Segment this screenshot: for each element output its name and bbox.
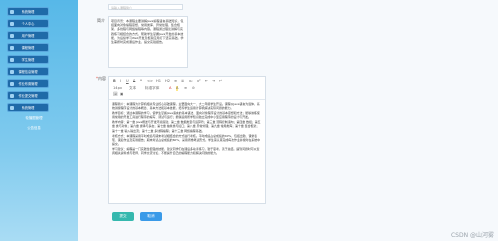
subscript-button[interactable]: x₂ <box>189 79 193 84</box>
outdent-icon[interactable]: ⇤ <box>205 79 208 84</box>
line-break-icon[interactable]: ↵ <box>219 79 222 84</box>
sidebar-item-course-info[interactable]: 课程信息管理 <box>7 67 49 76</box>
menu-icon <box>10 82 14 86</box>
unordered-list-icon[interactable]: ≣ <box>181 79 184 84</box>
menu-icon <box>10 46 14 50</box>
sidebar-item-label: 系统管理 <box>21 10 35 14</box>
sidebar-subitem-notice[interactable]: 公告信息 <box>10 124 58 132</box>
align-icon[interactable]: ≡ <box>184 86 187 91</box>
intro-textarea[interactable]: 项目背景：本课程主要讲解Java编程语言基础知识，包括面向对象编程思想、常用类库… <box>108 16 188 68</box>
quote-icon[interactable]: ❝ <box>140 79 142 84</box>
indent-icon[interactable]: ⇥ <box>212 79 215 84</box>
sidebar-item-label: 个人中心 <box>21 22 35 26</box>
sidebar: 系统管理 个人中心 用户管理 课程管理 学生管理 课程信息管理 作业布置管理 作… <box>0 0 78 241</box>
code-icon[interactable]: <> <box>147 79 153 84</box>
sidebar-item-profile[interactable]: 个人中心 <box>7 19 49 28</box>
content-paragraph: 教学目标：通过本课程的学习，使学生掌握Java语言的基本语法、面向对象程序设计的… <box>112 111 260 120</box>
sidebar-item-label: 学生管理 <box>21 58 35 62</box>
content-label: *内容 <box>96 76 106 82</box>
submit-button[interactable]: 提交 <box>112 212 134 221</box>
sidebar-item-label: 用户管理 <box>21 34 35 38</box>
menu-icon <box>10 34 14 38</box>
watermark: CSDN @山河雾 <box>450 232 494 239</box>
sidebar-item-courses[interactable]: 课程管理 <box>7 43 49 52</box>
font-size-select[interactable]: 14px <box>113 86 122 91</box>
content-paragraph: 考核方式：本课程采用平时成绩与期末考试相结合的方式进行考核。平时成绩占总成绩的4… <box>112 133 261 146</box>
content-paragraph: 课程简介：本课程为计算机相关专业核心基础课程，主要面向大一、大二年级学生开设。课… <box>112 102 260 111</box>
sidebar-subitem-carousel[interactable]: 轮播图管理 <box>10 114 58 122</box>
font-family-select[interactable]: 标准字体 <box>145 86 159 91</box>
sidebar-item-label: 系统管理 <box>21 106 35 110</box>
intro-label: 简介 <box>97 18 105 23</box>
sidebar-item-system-mgmt[interactable]: 系统管理 <box>7 103 49 112</box>
menu-icon <box>10 22 14 26</box>
text-format-select[interactable]: 文本 <box>129 86 136 91</box>
sidebar-item-users[interactable]: 用户管理 <box>7 31 49 40</box>
ordered-list-icon[interactable]: ≡ <box>174 79 177 84</box>
content-paragraph: 教学内容：第一章 Java概述与开发环境搭建；第二章 数据类型与运算符；第三章 … <box>112 120 261 133</box>
sidebar-item-label: 作业提交管理 <box>18 94 38 98</box>
clear-format-icon[interactable]: ⊘ <box>192 86 195 91</box>
rich-text-editor[interactable]: B I U S ❝ <> H1 H2 ≡ ≣ x₂ x² ⇤ ⇥ ↵ 14px … <box>108 76 266 204</box>
editor-content[interactable]: 课程简介：本课程为计算机相关专业核心基础课程，主要面向大一、大二年级学生开设。课… <box>112 102 262 200</box>
menu-icon <box>10 94 14 98</box>
sidebar-item-system[interactable]: 系统管理 <box>7 7 49 16</box>
sidebar-item-submission[interactable]: 作业提交管理 <box>7 91 49 100</box>
sidebar-item-students[interactable]: 学生管理 <box>7 55 49 64</box>
content-label-text: 内容 <box>98 76 106 81</box>
menu-icon <box>10 70 14 74</box>
h2-button[interactable]: H2 <box>165 79 170 84</box>
top-input[interactable]: 请输入课程简介 <box>108 4 183 10</box>
bold-button[interactable]: B <box>113 79 116 84</box>
highlight-icon[interactable]: A <box>176 86 179 91</box>
editor-toolbar: B I U S ❝ <> H1 H2 ≡ ≣ x₂ x² ⇤ ⇥ ↵ 14px … <box>109 77 265 100</box>
sidebar-item-label: 课程管理 <box>21 46 35 50</box>
font-color-icon[interactable]: A <box>169 86 171 91</box>
image-icon[interactable]: 🖼 <box>113 92 118 97</box>
strike-button[interactable]: S <box>133 79 135 84</box>
menu-icon <box>10 106 14 110</box>
underline-button[interactable]: U <box>126 79 129 84</box>
content-paragraph: 学习建议：编程是一门实践性很强的技能，建议同学们在课后多动手练习，勤于思考，善于… <box>112 146 260 156</box>
video-icon[interactable]: ▣ <box>120 92 123 97</box>
menu-icon <box>10 58 14 62</box>
sidebar-item-label: 课程信息管理 <box>18 70 38 74</box>
h1-button[interactable]: H1 <box>156 79 161 84</box>
sidebar-item-assignment[interactable]: 作业布置管理 <box>7 79 49 88</box>
cancel-button[interactable]: 取消 <box>140 212 162 221</box>
sidebar-item-label: 作业布置管理 <box>18 82 38 86</box>
italic-button[interactable]: I <box>120 79 121 84</box>
menu-icon <box>10 10 14 14</box>
superscript-button[interactable]: x² <box>197 79 201 84</box>
